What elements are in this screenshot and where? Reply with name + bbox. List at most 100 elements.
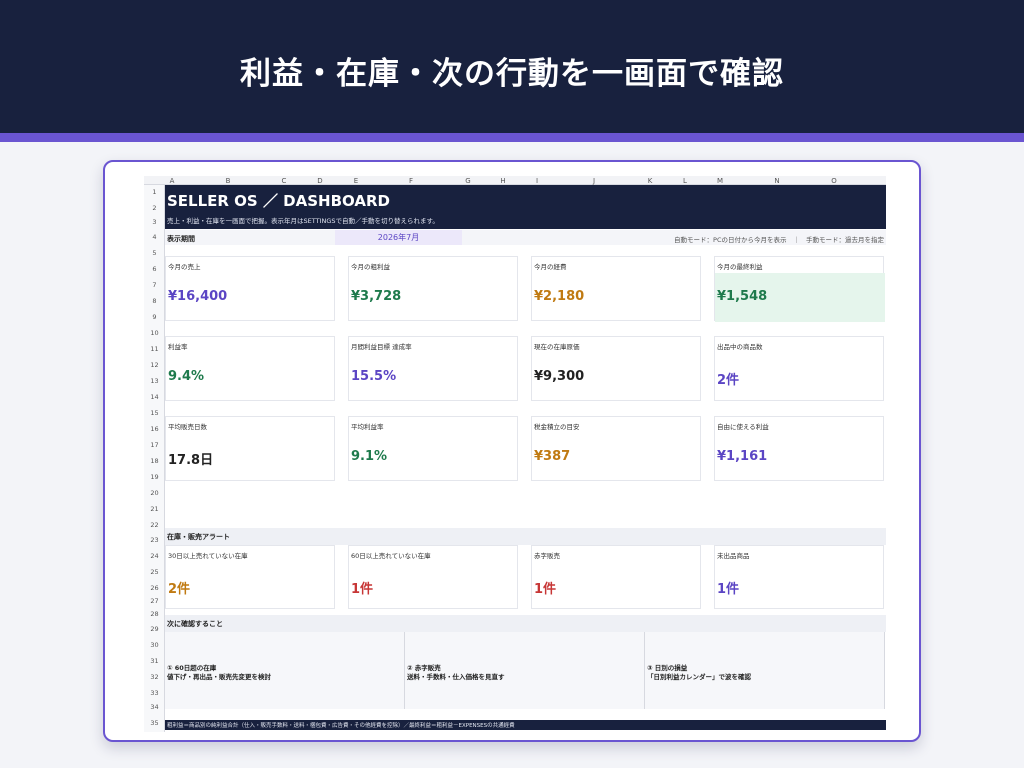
column-header-e[interactable]: E	[350, 177, 362, 185]
column-header-b[interactable]: B	[222, 177, 234, 185]
column-header-i[interactable]: I	[531, 177, 543, 185]
kpi-value: ¥387	[534, 449, 571, 464]
row-header-21[interactable]: 21	[144, 505, 165, 513]
kpi-card[interactable]: 平均利益率 9.1%	[348, 416, 518, 481]
spreadsheet[interactable]: ABCDEFGHIJKLMNO 1 2 3 4 5 6 7 8 9 10 11 12 13 14 15 16 1…	[144, 176, 886, 732]
period-row: 表示期間 2026年7月 自動モード：PCの日付から今月を表示 ｜ 手動モード：…	[165, 230, 886, 245]
row-header-27[interactable]: 27	[144, 597, 165, 605]
column-header-d[interactable]: D	[314, 177, 326, 185]
row-header-13[interactable]: 13	[144, 377, 165, 385]
row-header-12[interactable]: 12	[144, 361, 165, 369]
row-header-7[interactable]: 7	[144, 281, 165, 289]
alert-label: 未出品商品	[717, 552, 750, 560]
kpi-card[interactable]: 今月の最終利益 ¥1,548	[714, 256, 885, 322]
column-header-l[interactable]: L	[679, 177, 691, 185]
kpi-label: 月間利益目標 達成率	[351, 343, 412, 351]
row-header-25[interactable]: 25	[144, 568, 165, 576]
row-header-34[interactable]: 34	[144, 703, 165, 711]
kpi-card[interactable]: 平均販売日数 17.8日	[165, 416, 335, 481]
row-header-33[interactable]: 33	[144, 689, 165, 697]
alert-label: 60日以上売れていない在庫	[351, 552, 431, 560]
row-header-8[interactable]: 8	[144, 297, 165, 305]
row-header-31[interactable]: 31	[144, 657, 165, 665]
column-header-f[interactable]: F	[405, 177, 417, 185]
column-header-h[interactable]: H	[497, 177, 509, 185]
kpi-label: 今月の売上	[168, 263, 201, 271]
column-header-a[interactable]: A	[166, 177, 178, 185]
row-header-16[interactable]: 16	[144, 425, 165, 433]
row-header-28[interactable]: 28	[144, 610, 165, 618]
row-header-26[interactable]: 26	[144, 584, 165, 592]
row-header-22[interactable]: 22	[144, 521, 165, 529]
alert-section-title: 在庫・販売アラート	[167, 533, 230, 541]
row-header-19[interactable]: 19	[144, 473, 165, 481]
kpi-card[interactable]: 今月の経費 ¥2,180	[531, 256, 701, 321]
kpi-card[interactable]: 利益率 9.4%	[165, 336, 335, 401]
row-header-4[interactable]: 4	[144, 233, 165, 241]
alert-card[interactable]: 赤字販売 1件	[531, 545, 701, 609]
column-header-n[interactable]: N	[771, 177, 783, 185]
row-headers: 1 2 3 4 5 6 7 8 9 10 11 12 13 14 15 16 17 18 19 20 21 22 23 24 2…	[144, 185, 165, 732]
row-header-9[interactable]: 9	[144, 313, 165, 321]
kpi-label: 税金積立の目安	[534, 423, 580, 431]
kpi-label: 今月の粗利益	[351, 263, 390, 271]
hero-banner: 利益・在庫・次の行動を一画面で確認	[0, 0, 1024, 133]
column-header-m[interactable]: M	[714, 177, 726, 185]
next-action-detail: 送料・手数料・仕入価格を見直す	[407, 673, 505, 681]
kpi-label: 平均利益率	[351, 423, 384, 431]
accent-bar	[0, 133, 1024, 142]
row-header-29[interactable]: 29	[144, 625, 165, 633]
alert-card[interactable]: 60日以上売れていない在庫 1件	[348, 545, 518, 609]
row-header-11[interactable]: 11	[144, 345, 165, 353]
row-header-24[interactable]: 24	[144, 552, 165, 560]
column-header-k[interactable]: K	[644, 177, 656, 185]
row-header-2[interactable]: 2	[144, 204, 165, 212]
alert-card[interactable]: 30日以上売れていない在庫 2件	[165, 545, 335, 609]
row-header-14[interactable]: 14	[144, 393, 165, 401]
period-mode-note: 自動モード：PCの日付から今月を表示 ｜ 手動モード：過去月を指定	[674, 236, 884, 244]
kpi-label: 今月の最終利益	[717, 263, 763, 271]
kpi-card[interactable]: 今月の売上 ¥16,400	[165, 256, 335, 321]
row-header-6[interactable]: 6	[144, 265, 165, 273]
row-header-23[interactable]: 23	[144, 536, 165, 544]
title-band: SELLER OS ／ DASHBOARD 売上・利益・在庫を一画面で把握。表示…	[165, 185, 886, 229]
alert-label: 30日以上売れていない在庫	[168, 552, 248, 560]
kpi-card[interactable]: 現在の在庫原価 ¥9,300	[531, 336, 701, 401]
dashboard-title: SELLER OS ／ DASHBOARD	[167, 192, 390, 210]
next-action-item[interactable]: ③ 日別の損益 「日別利益カレンダー」で波を確認	[645, 632, 885, 709]
next-action-item[interactable]: ② 赤字販売 送料・手数料・仕入価格を見直す	[405, 632, 645, 709]
column-header-j[interactable]: J	[588, 177, 600, 185]
row-header-5[interactable]: 5	[144, 249, 165, 257]
kpi-card[interactable]: 税金積立の目安 ¥387	[531, 416, 701, 481]
footer-note: 粗利益＝商品別の純利益合計（仕入・販売手数料・送料・梱包費・広告費・その他経費を…	[165, 720, 886, 730]
period-value-cell[interactable]: 2026年7月	[335, 230, 462, 245]
kpi-label: 今月の経費	[534, 263, 567, 271]
column-header-o[interactable]: O	[828, 177, 840, 185]
kpi-value: ¥1,548	[717, 289, 768, 304]
row-header-30[interactable]: 30	[144, 641, 165, 649]
kpi-value: 15.5%	[351, 369, 397, 384]
kpi-card[interactable]: 月間利益目標 達成率 15.5%	[348, 336, 518, 401]
row-header-10[interactable]: 10	[144, 329, 165, 337]
kpi-card[interactable]: 今月の粗利益 ¥3,728	[348, 256, 518, 321]
kpi-value: ¥2,180	[534, 289, 585, 304]
dashboard-subtitle: 売上・利益・在庫を一画面で把握。表示年月はSETTINGSで自動／手動を切り替え…	[167, 217, 439, 225]
alert-section-header: 在庫・販売アラート	[165, 528, 886, 545]
alert-card[interactable]: 未出品商品 1件	[714, 545, 884, 609]
alert-value: 1件	[351, 582, 374, 597]
kpi-value: 17.8日	[168, 453, 214, 468]
row-header-18[interactable]: 18	[144, 457, 165, 465]
column-header-g[interactable]: G	[462, 177, 474, 185]
next-action-item[interactable]: ① 60日超の在庫 値下げ・再出品・販売先変更を検討	[165, 632, 405, 709]
kpi-card[interactable]: 出品中の商品数 2件	[714, 336, 884, 401]
kpi-card[interactable]: 自由に使える利益 ¥1,161	[714, 416, 884, 481]
row-header-1[interactable]: 1	[144, 188, 165, 196]
row-header-17[interactable]: 17	[144, 441, 165, 449]
column-header-c[interactable]: C	[278, 177, 290, 185]
row-header-15[interactable]: 15	[144, 409, 165, 417]
row-header-32[interactable]: 32	[144, 673, 165, 681]
row-header-3[interactable]: 3	[144, 218, 165, 226]
row-header-20[interactable]: 20	[144, 489, 165, 497]
next-section-header: 次に確認すること	[165, 615, 886, 632]
row-header-35[interactable]: 35	[144, 719, 165, 727]
